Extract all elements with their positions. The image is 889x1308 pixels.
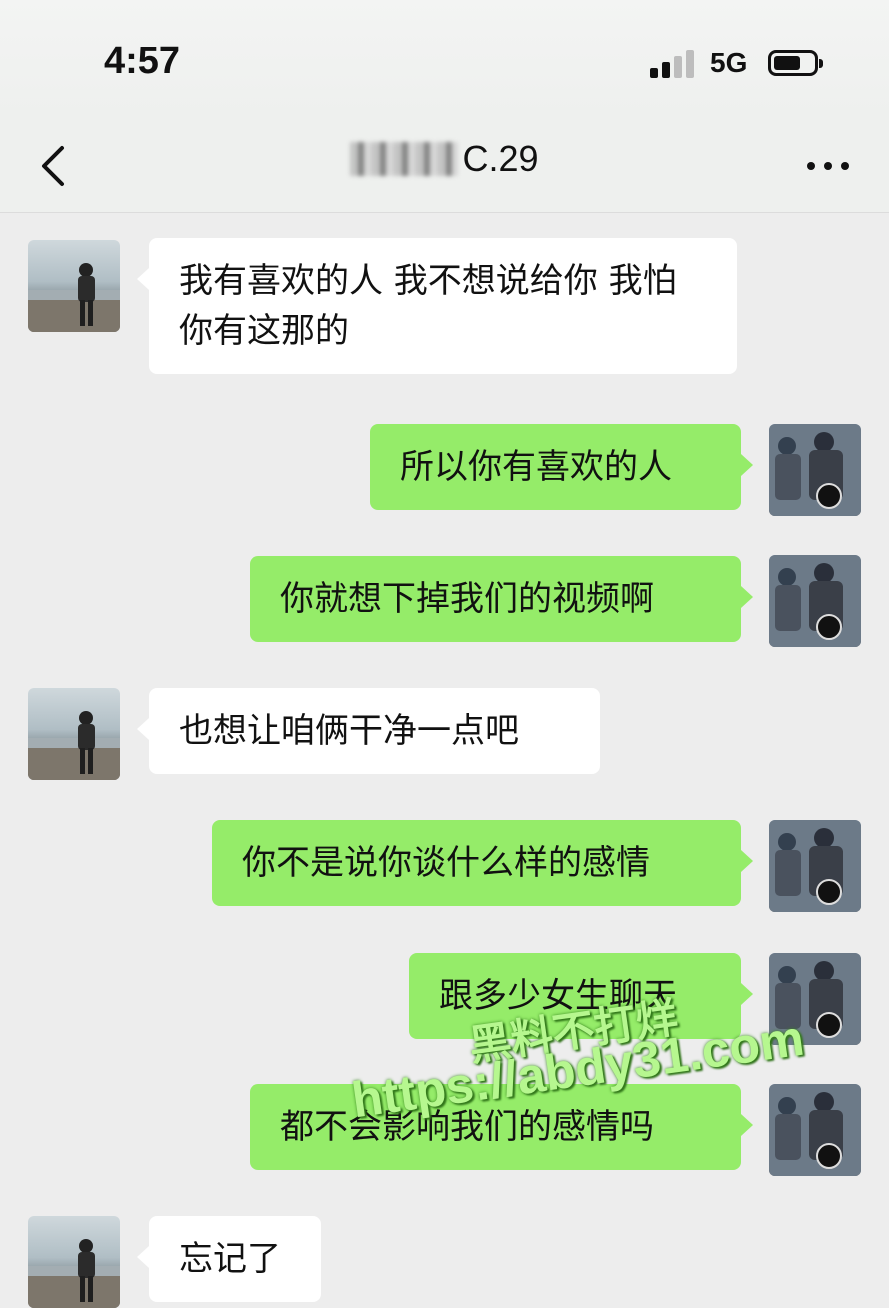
- message-bubble-outgoing[interactable]: 所以你有喜欢的人: [370, 424, 753, 510]
- group-photo-icon: [769, 1084, 861, 1176]
- signal-icon: [650, 50, 696, 78]
- contact-avatar[interactable]: [28, 1216, 120, 1308]
- message-text: 所以你有喜欢的人: [400, 447, 672, 487]
- contact-avatar[interactable]: [28, 688, 120, 780]
- person-at-beach-icon: [28, 263, 120, 332]
- my-avatar[interactable]: [769, 424, 861, 516]
- message-text: 忘记了: [179, 1239, 281, 1279]
- my-avatar[interactable]: [769, 820, 861, 912]
- message-text: 你不是说你谈什么样的感情: [242, 843, 650, 883]
- more-dot-icon: [841, 162, 849, 170]
- more-dot-icon: [807, 162, 815, 170]
- message-bubble-outgoing[interactable]: 你就想下掉我们的视频啊: [250, 556, 753, 642]
- status-time: 4:57: [104, 40, 181, 82]
- more-options-button[interactable]: [803, 156, 853, 176]
- message-bubble-incoming[interactable]: 也想让咱俩干净一点吧: [137, 688, 600, 774]
- person-at-beach-icon: [28, 1239, 120, 1308]
- group-photo-icon: [769, 555, 861, 647]
- group-photo-icon: [769, 424, 861, 516]
- message-bubble-incoming[interactable]: 忘记了: [137, 1216, 321, 1302]
- message-text: 也想让咱俩干净一点吧: [179, 711, 519, 751]
- my-avatar[interactable]: [769, 555, 861, 647]
- status-bar: 4:57 5G: [0, 0, 889, 120]
- contact-avatar[interactable]: [28, 240, 120, 332]
- person-at-beach-icon: [28, 711, 120, 780]
- message-bubble-incoming[interactable]: 我有喜欢的人 我不想说给你 我怕你有这那的: [137, 238, 737, 374]
- message-bubble-outgoing[interactable]: 你不是说你谈什么样的感情: [212, 820, 753, 906]
- more-dot-icon: [824, 162, 832, 170]
- my-avatar[interactable]: [769, 1084, 861, 1176]
- redacted-name: [350, 142, 459, 176]
- message-text: 我有喜欢的人 我不想说给你 我怕你有这那的: [179, 261, 677, 351]
- network-type: 5G: [710, 47, 748, 78]
- chat-title: C.29: [0, 138, 889, 180]
- group-photo-icon: [769, 820, 861, 912]
- message-text: 你就想下掉我们的视频啊: [280, 579, 654, 619]
- battery-icon: [768, 50, 823, 76]
- chat-header: C.29: [0, 120, 889, 213]
- chat-title-text: C.29: [462, 138, 539, 179]
